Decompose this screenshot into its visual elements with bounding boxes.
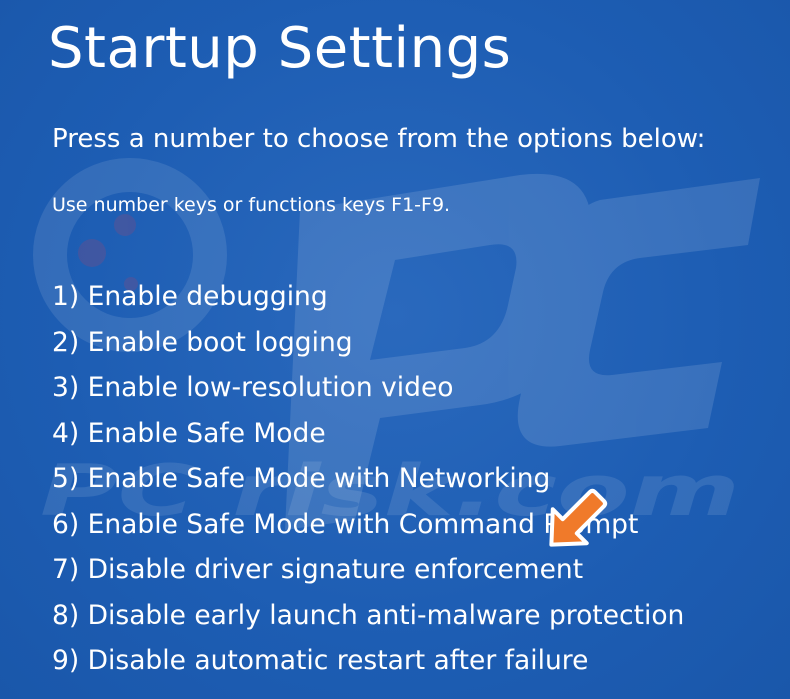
startup-settings-screen: PC risk.com Startup Settings Press a num… <box>0 0 790 699</box>
option-disable-early-launch-anti-malware[interactable]: 8) Disable early launch anti-malware pro… <box>52 593 684 639</box>
page-title: Startup Settings <box>48 16 512 81</box>
option-enable-safe-mode[interactable]: 4) Enable Safe Mode <box>52 411 684 457</box>
key-hint-text: Use number keys or functions keys F1-F9. <box>52 194 451 216</box>
option-enable-boot-logging[interactable]: 2) Enable boot logging <box>52 320 684 366</box>
option-disable-automatic-restart[interactable]: 9) Disable automatic restart after failu… <box>52 638 684 684</box>
pointer-arrow-icon <box>549 488 608 547</box>
instruction-text: Press a number to choose from the option… <box>52 124 706 154</box>
option-enable-low-resolution-video[interactable]: 3) Enable low-resolution video <box>52 365 684 411</box>
option-enable-debugging[interactable]: 1) Enable debugging <box>52 274 684 320</box>
startup-options-list: 1) Enable debugging 2) Enable boot loggi… <box>52 274 684 684</box>
